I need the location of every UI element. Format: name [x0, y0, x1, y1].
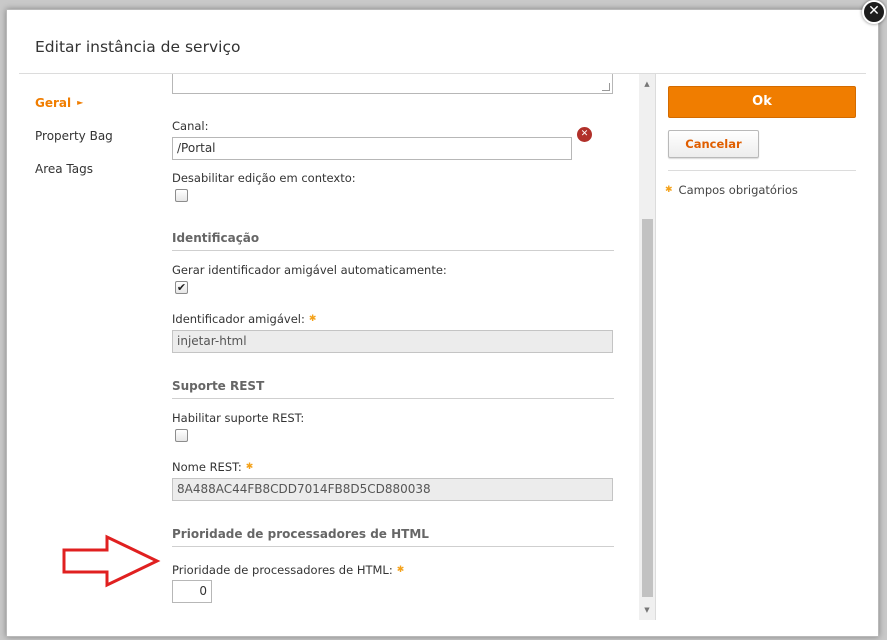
- html-priority-input[interactable]: 0: [172, 580, 212, 603]
- required-marker-icon: ✱: [665, 185, 673, 195]
- nav-item-area-tags[interactable]: Area Tags: [35, 162, 113, 176]
- close-icon[interactable]: ✕: [862, 0, 886, 24]
- auto-id-checkbox[interactable]: ✔: [175, 281, 188, 294]
- dialog-title: Editar instância de serviço: [35, 38, 241, 56]
- scroll-thumb[interactable]: [642, 219, 653, 597]
- required-note-text: Campos obrigatórios: [678, 183, 798, 197]
- section-title-identificacao: Identificação: [172, 231, 260, 245]
- actions-divider: [655, 74, 656, 620]
- side-nav: Geral ► Property Bag Area Tags: [35, 96, 113, 195]
- friendly-id-label: Identificador amigável: ✱: [172, 312, 316, 326]
- scroll-down-icon[interactable]: ▼: [639, 602, 655, 618]
- required-marker-icon: ✱: [396, 565, 405, 575]
- clear-canal-icon[interactable]: ✕: [577, 127, 592, 142]
- edit-service-instance-dialog: Editar instância de serviço Geral ► Prope…: [6, 9, 879, 637]
- rest-name-input: 8A488AC44FB8CDD7014FB8D5CD880038: [172, 478, 613, 501]
- nav-item-geral[interactable]: Geral ►: [35, 96, 113, 110]
- html-priority-label-text: Prioridade de processadores de HTML:: [172, 563, 393, 577]
- friendly-id-label-text: Identificador amigável:: [172, 312, 305, 326]
- rest-name-label: Nome REST: ✱: [172, 460, 253, 474]
- disable-context-edit-checkbox[interactable]: [175, 189, 188, 202]
- required-marker-icon: ✱: [245, 462, 254, 472]
- section-divider: [172, 546, 614, 547]
- required-marker-icon: ✱: [308, 314, 317, 324]
- section-title-rest: Suporte REST: [172, 379, 265, 393]
- section-title-html-processors: Prioridade de processadores de HTML: [172, 527, 429, 541]
- active-arrow-icon: ►: [77, 98, 84, 107]
- enable-rest-checkbox[interactable]: [175, 429, 188, 442]
- content-scrollbar[interactable]: ▲ ▼: [639, 74, 655, 620]
- cancel-button[interactable]: Cancelar: [668, 130, 759, 158]
- nav-item-label: Property Bag: [35, 129, 113, 143]
- section-divider: [172, 250, 614, 251]
- friendly-id-input: injetar-html: [172, 330, 613, 353]
- nav-item-label: Geral: [35, 96, 72, 110]
- auto-id-label: Gerar identificador amigável automaticam…: [172, 263, 447, 277]
- canal-label: Canal:: [172, 119, 209, 133]
- disable-context-edit-label: Desabilitar edição em contexto:: [172, 171, 356, 185]
- enable-rest-label: Habilitar suporte REST:: [172, 411, 305, 425]
- section-divider: [172, 398, 614, 399]
- html-priority-label: Prioridade de processadores de HTML: ✱: [172, 563, 404, 577]
- description-textarea[interactable]: [172, 74, 613, 94]
- nav-item-label: Area Tags: [35, 162, 93, 176]
- actions-rule: [668, 170, 856, 171]
- annotation-arrow-icon: [62, 534, 161, 588]
- ok-button[interactable]: Ok: [668, 86, 856, 118]
- canal-input[interactable]: /Portal: [172, 137, 572, 160]
- scroll-up-icon[interactable]: ▲: [639, 76, 655, 92]
- required-fields-note: ✱ Campos obrigatórios: [665, 183, 798, 197]
- nav-item-property-bag[interactable]: Property Bag: [35, 129, 113, 143]
- rest-name-label-text: Nome REST:: [172, 460, 242, 474]
- dialog-content: Geral ► Property Bag Area Tags Canal: /Po…: [19, 74, 655, 620]
